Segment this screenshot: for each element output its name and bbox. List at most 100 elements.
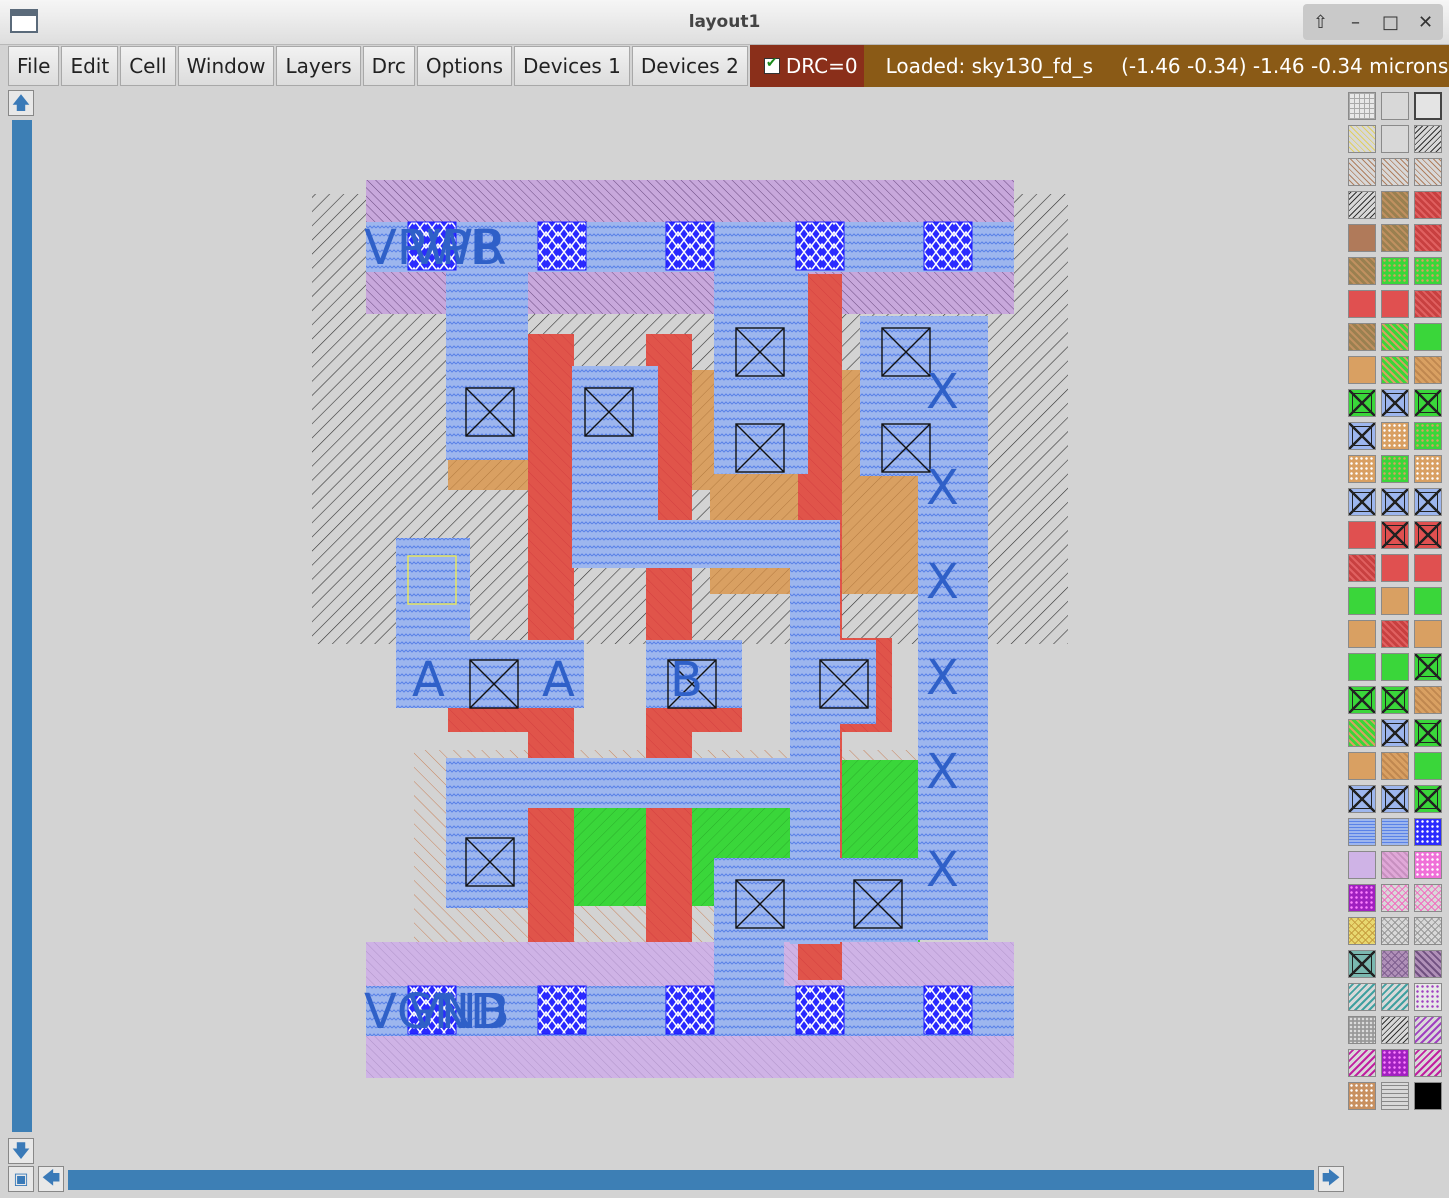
- zoom-box-icon[interactable]: ▣: [8, 1166, 34, 1192]
- horizontal-scroll-thumb[interactable]: [68, 1170, 1314, 1190]
- layer-swatch-hatch-green[interactable]: [1381, 323, 1409, 351]
- layer-swatch-dots-tan[interactable]: [1414, 455, 1442, 483]
- layer-swatch-contact-blue[interactable]: [1348, 488, 1376, 516]
- layer-swatch-grid[interactable]: [1348, 92, 1376, 120]
- layer-swatch-diag-brown[interactable]: [1348, 158, 1376, 186]
- layer-swatch-solid-green[interactable]: [1381, 653, 1409, 681]
- vertical-scroll-thumb[interactable]: [12, 120, 32, 1132]
- menu-cell[interactable]: Cell: [120, 46, 176, 86]
- layer-swatch-outline[interactable]: [1414, 92, 1442, 120]
- layer-swatch-hatch-red[interactable]: [1414, 191, 1442, 219]
- menu-devices-1[interactable]: Devices 1: [514, 46, 630, 86]
- layer-swatch-dots-green[interactable]: [1414, 422, 1442, 450]
- layer-swatch-contact-blue[interactable]: [1381, 785, 1409, 813]
- layer-swatch-hatch-brown[interactable]: [1381, 191, 1409, 219]
- menu-edit[interactable]: Edit: [61, 46, 119, 86]
- layer-swatch-solid-red[interactable]: [1414, 554, 1442, 582]
- layer-swatch-diag-teal[interactable]: [1381, 983, 1409, 1011]
- layer-swatch-contact-green[interactable]: [1348, 389, 1376, 417]
- layer-swatch-dots-purple[interactable]: [1381, 1049, 1409, 1077]
- layer-swatch-solid-tan[interactable]: [1381, 587, 1409, 615]
- scroll-up-icon[interactable]: 🡅: [8, 90, 34, 116]
- layer-swatch-hatch-violet[interactable]: [1414, 950, 1442, 978]
- layer-swatch-solid-green[interactable]: [1348, 587, 1376, 615]
- layer-swatch-contact-red[interactable]: [1414, 521, 1442, 549]
- layer-swatch-solid-tan[interactable]: [1348, 620, 1376, 648]
- layer-swatch-solid-brown[interactable]: [1348, 224, 1376, 252]
- layer-swatch-contact-blue[interactable]: [1381, 488, 1409, 516]
- minimize-icon[interactable]: –: [1341, 12, 1371, 33]
- layer-swatch-contact-blue[interactable]: [1381, 389, 1409, 417]
- menu-file[interactable]: File: [8, 46, 60, 86]
- layer-swatch-contact-green[interactable]: [1414, 653, 1442, 681]
- layer-swatch-solid-green[interactable]: [1414, 752, 1442, 780]
- layer-swatch-solid-tan[interactable]: [1348, 356, 1376, 384]
- layer-swatch-solid-red[interactable]: [1381, 290, 1409, 318]
- scroll-left-icon[interactable]: 🡄: [38, 1166, 64, 1192]
- layer-swatch-solid-red[interactable]: [1381, 554, 1409, 582]
- menu-devices-2[interactable]: Devices 2: [631, 46, 748, 86]
- drc-checkbox[interactable]: [763, 55, 780, 74]
- maximize-icon[interactable]: □: [1376, 12, 1406, 33]
- layer-swatch-solid-red[interactable]: [1348, 290, 1376, 318]
- layer-swatch-blank[interactable]: [1381, 125, 1409, 153]
- layer-swatch-contact-blue[interactable]: [1414, 488, 1442, 516]
- layer-swatch-diag-purple[interactable]: [1414, 1016, 1442, 1044]
- horizontal-scrollbar[interactable]: ▣ 🡄 🡆: [8, 1166, 1344, 1194]
- layer-swatch-diag-magenta[interactable]: [1414, 1049, 1442, 1077]
- layer-swatch-solid-tan[interactable]: [1414, 620, 1442, 648]
- layer-swatch-cross-pink[interactable]: [1414, 884, 1442, 912]
- layer-swatch-contact-green[interactable]: [1414, 389, 1442, 417]
- layer-swatch-hatch-green[interactable]: [1348, 719, 1376, 747]
- layer-swatch-contact-teal[interactable]: [1348, 950, 1376, 978]
- layer-swatch-cross-grey[interactable]: [1381, 917, 1409, 945]
- layer-swatch-solid-tan[interactable]: [1348, 752, 1376, 780]
- scroll-down-icon[interactable]: 🡇: [8, 1138, 34, 1164]
- layer-swatch-dots-purple[interactable]: [1348, 884, 1376, 912]
- layer-swatch-diag-black[interactable]: [1348, 191, 1376, 219]
- layer-swatch-solid-red[interactable]: [1348, 521, 1376, 549]
- menu-layers[interactable]: Layers: [276, 46, 361, 86]
- layer-swatch-wave-blue[interactable]: [1381, 818, 1409, 846]
- layer-swatch-hatch-brown[interactable]: [1348, 257, 1376, 285]
- layer-swatch-solid-green[interactable]: [1414, 587, 1442, 615]
- layer-swatch-solid-green[interactable]: [1414, 323, 1442, 351]
- layer-swatch-diag-black[interactable]: [1381, 1016, 1409, 1044]
- layer-swatch-cross-pink[interactable]: [1381, 884, 1409, 912]
- keep-above-icon[interactable]: ⇧: [1306, 12, 1336, 33]
- layer-swatch-cross-yellow[interactable]: [1348, 917, 1376, 945]
- layer-swatch-cross-grey[interactable]: [1414, 917, 1442, 945]
- layer-swatch-contact-blue[interactable]: [1348, 785, 1376, 813]
- layer-swatch-wave-blue[interactable]: [1348, 818, 1376, 846]
- layer-swatch-dots-violet[interactable]: [1414, 983, 1442, 1011]
- layer-swatch-hatch-tan[interactable]: [1414, 356, 1442, 384]
- layer-swatch-hatch-brown[interactable]: [1381, 224, 1409, 252]
- vertical-scrollbar[interactable]: 🡅 🡇: [8, 90, 36, 1165]
- layer-swatch-blank[interactable]: [1381, 92, 1409, 120]
- layout-canvas[interactable]: VPWR VPB VGND VNB A A B X X X X X X: [40, 90, 1342, 1162]
- close-icon[interactable]: ✕: [1411, 12, 1441, 33]
- layer-swatch-diag-magenta[interactable]: [1348, 1049, 1376, 1077]
- menu-options[interactable]: Options: [416, 46, 512, 86]
- layer-swatch-hatch-red[interactable]: [1414, 224, 1442, 252]
- layer-swatch-diag-brown[interactable]: [1414, 158, 1442, 186]
- layer-swatch-contact-blue[interactable]: [1381, 719, 1409, 747]
- layer-swatch-diag-black[interactable]: [1414, 125, 1442, 153]
- layer-swatch-dots-tan[interactable]: [1348, 455, 1376, 483]
- menu-drc[interactable]: Drc: [362, 46, 415, 86]
- layer-swatch-dots-green[interactable]: [1381, 455, 1409, 483]
- layer-swatch-contact-red[interactable]: [1381, 521, 1409, 549]
- layer-swatch-hatch-tan[interactable]: [1381, 752, 1409, 780]
- layer-swatch-hatch-red[interactable]: [1414, 290, 1442, 318]
- layer-swatch-hatch-red[interactable]: [1381, 620, 1409, 648]
- layer-swatch-contact-green[interactable]: [1414, 719, 1442, 747]
- layer-swatch-solid-black[interactable]: [1414, 1082, 1442, 1110]
- layer-swatch-hatch-green[interactable]: [1381, 356, 1409, 384]
- layer-swatch-contact-green[interactable]: [1381, 686, 1409, 714]
- layer-swatch-mesh-tan[interactable]: [1348, 1082, 1376, 1110]
- layer-swatch-diag-brown[interactable]: [1381, 158, 1409, 186]
- layer-swatch-lines-grey[interactable]: [1381, 1082, 1409, 1110]
- scroll-right-icon[interactable]: 🡆: [1318, 1166, 1344, 1192]
- drc-toggle[interactable]: DRC=0: [749, 45, 864, 87]
- layer-swatch-cross-violet[interactable]: [1381, 950, 1409, 978]
